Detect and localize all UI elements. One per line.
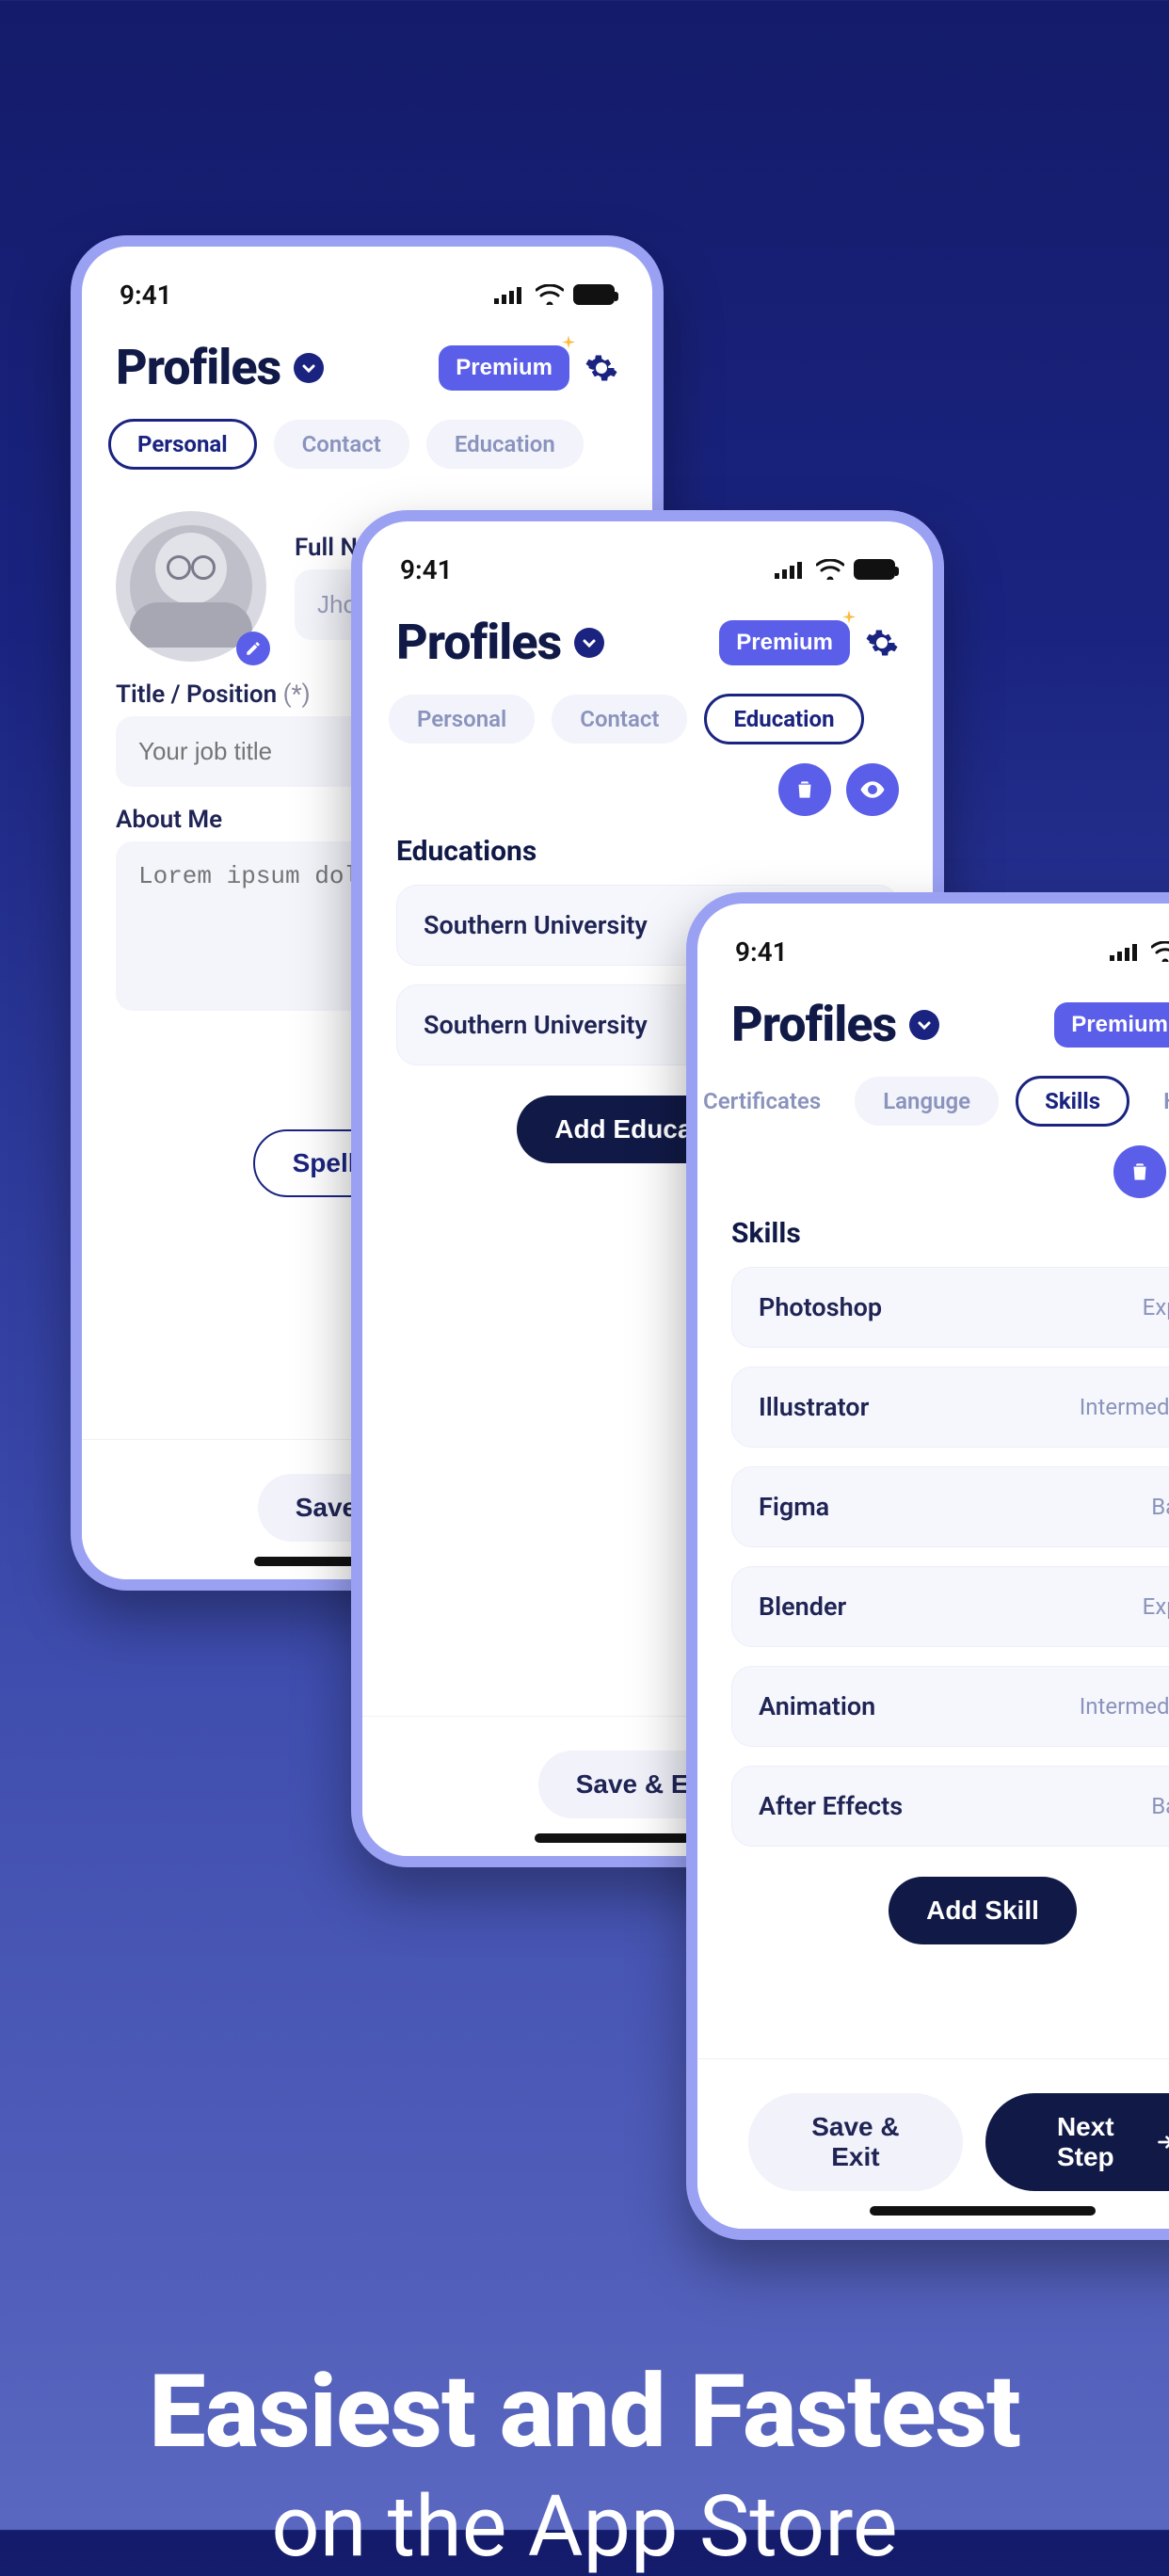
section-label: Skills: [731, 1217, 1169, 1250]
settings-icon[interactable]: [865, 626, 899, 660]
skill-item[interactable]: Blender Expert: [731, 1566, 1169, 1647]
page-title: Profiles: [396, 614, 561, 671]
profiles-dropdown[interactable]: [574, 628, 604, 658]
profiles-dropdown[interactable]: [294, 353, 324, 383]
premium-button[interactable]: Premium: [719, 620, 850, 665]
cellular-icon: [494, 285, 526, 304]
page-title: Profiles: [731, 996, 896, 1053]
premium-button[interactable]: Premium: [1054, 1002, 1169, 1048]
tabs: Personal Contact Education: [82, 406, 652, 483]
status-time: 9:41: [735, 936, 788, 968]
skill-item[interactable]: Photoshop Expert: [731, 1267, 1169, 1348]
wifi-icon: [1151, 941, 1169, 962]
tab-skills[interactable]: Skills: [1016, 1076, 1129, 1127]
marketing-headline: Easiest and Fastest: [0, 2353, 1169, 2472]
header: Profiles Premium: [362, 597, 933, 680]
save-exit-button[interactable]: Save & Exit: [748, 2093, 963, 2191]
marketing-text: Easiest and Fastest on the App Store: [0, 2353, 1169, 2576]
battery-icon: [854, 559, 895, 580]
skill-name: Figma: [759, 1492, 829, 1522]
delete-button[interactable]: [1113, 1145, 1166, 1198]
tab-personal[interactable]: Personal: [389, 695, 535, 744]
skill-level: Expert: [1143, 1294, 1169, 1320]
tab-hobbies[interactable]: Hobbies: [1146, 1077, 1169, 1126]
skill-item[interactable]: Figma Basic: [731, 1466, 1169, 1547]
header: Profiles Premium: [82, 322, 652, 406]
marketing-subheadline: on the App Store: [0, 2477, 1169, 2576]
tab-certificates[interactable]: Certificates: [686, 1077, 838, 1126]
next-step-button[interactable]: Next Step: [985, 2093, 1169, 2191]
tab-personal[interactable]: Personal: [108, 419, 257, 470]
status-bar: 9:41: [82, 247, 652, 322]
skill-name: Animation: [759, 1691, 875, 1721]
wifi-icon: [536, 284, 564, 305]
tabs: Certificates Languge Skills Hobbies: [686, 1063, 1169, 1140]
skill-name: After Effects: [759, 1791, 903, 1821]
wifi-icon: [816, 559, 844, 580]
tabs: Personal Contact Education: [362, 680, 933, 758]
skill-level: Intermediate: [1080, 1394, 1169, 1420]
section-label: Educations: [396, 835, 899, 868]
page-title: Profiles: [116, 339, 280, 396]
battery-icon: [573, 284, 615, 305]
settings-icon[interactable]: [584, 351, 618, 385]
status-time: 9:41: [400, 554, 453, 585]
skill-level: Expert: [1143, 1593, 1169, 1620]
status-time: 9:41: [120, 280, 172, 311]
tab-contact[interactable]: Contact: [552, 695, 687, 744]
skill-level: Basic: [1151, 1793, 1169, 1819]
skill-level: Basic: [1151, 1494, 1169, 1520]
cellular-icon: [775, 560, 807, 579]
tab-contact[interactable]: Contact: [274, 420, 409, 469]
skill-item[interactable]: Illustrator Intermediate: [731, 1367, 1169, 1448]
skill-item[interactable]: Animation Intermediate: [731, 1666, 1169, 1747]
add-skill-button[interactable]: Add Skill: [889, 1877, 1077, 1944]
header: Profiles Premium: [697, 979, 1169, 1063]
tab-education[interactable]: Education: [704, 694, 863, 744]
status-bar: 9:41: [697, 904, 1169, 979]
skill-level: Intermediate: [1080, 1693, 1169, 1720]
preview-button[interactable]: [846, 763, 899, 816]
cellular-icon: [1110, 942, 1142, 961]
home-indicator: [870, 2206, 1096, 2216]
premium-button[interactable]: Premium: [439, 345, 569, 391]
status-bar: 9:41: [362, 521, 933, 597]
skill-name: Illustrator: [759, 1392, 869, 1422]
tab-language[interactable]: Languge: [855, 1077, 999, 1126]
skill-name: Blender: [759, 1592, 846, 1622]
skill-name: Photoshop: [759, 1292, 882, 1322]
profiles-dropdown[interactable]: [909, 1010, 939, 1040]
avatar-edit-button[interactable]: [236, 632, 270, 665]
tab-education[interactable]: Education: [426, 420, 584, 469]
phone-skills: 9:41 Profiles Premium Certificates Langu…: [686, 892, 1169, 2240]
delete-button[interactable]: [778, 763, 831, 816]
skill-item[interactable]: After Effects Basic: [731, 1766, 1169, 1847]
